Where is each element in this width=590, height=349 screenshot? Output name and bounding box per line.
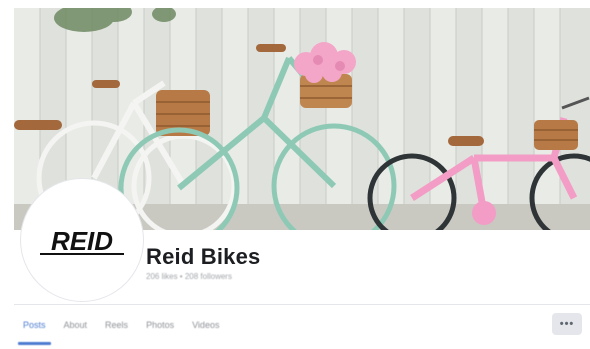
tab-photos[interactable]: Photos — [137, 305, 183, 345]
profile-avatar[interactable]: REID — [24, 182, 140, 298]
tab-about[interactable]: About — [55, 305, 97, 345]
more-icon: ••• — [559, 318, 575, 330]
page-tabs: Posts About Reels Photos Videos ••• — [14, 305, 590, 345]
svg-text:REID: REID — [51, 226, 113, 256]
reid-logo: REID — [40, 226, 124, 256]
page-title: Reid Bikes — [146, 244, 261, 269]
page-stats: 206 likes • 208 followers — [146, 272, 232, 281]
tab-reels[interactable]: Reels — [96, 305, 137, 345]
more-button[interactable]: ••• — [552, 313, 582, 335]
tab-posts[interactable]: Posts — [14, 305, 55, 345]
facebook-page: REID Reid Bikes 206 likes • 208 follower… — [0, 0, 590, 349]
tab-videos[interactable]: Videos — [183, 305, 228, 345]
